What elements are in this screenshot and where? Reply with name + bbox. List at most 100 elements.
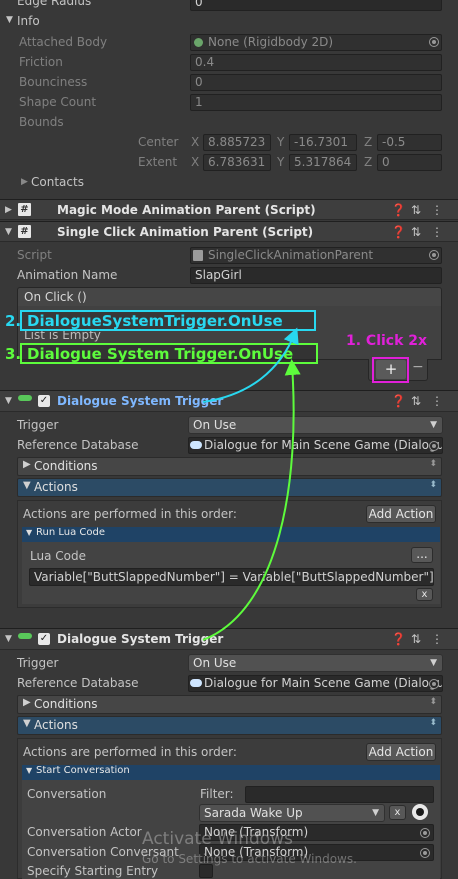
- conversation-label: Conversation: [27, 787, 107, 801]
- center-label: Center: [138, 135, 179, 149]
- animation-name-field[interactable]: SlapGirl: [190, 267, 442, 284]
- filter-label: Filter:: [200, 787, 234, 801]
- trigger-dropdown[interactable]: On Use ▼: [188, 416, 443, 434]
- actor-picker-icon[interactable]: [420, 828, 430, 838]
- trigger-component-icon: [18, 633, 32, 639]
- extent-label: Extent: [138, 155, 178, 169]
- conversation-dropdown[interactable]: Sarada Wake Up ▼: [199, 804, 385, 822]
- more-menu-icon[interactable]: ⋮: [431, 203, 443, 217]
- collapse-icon[interactable]: ▼: [5, 634, 12, 644]
- collapse-icon: ▼: [26, 766, 33, 775]
- filter-input[interactable]: [245, 786, 434, 803]
- cs-script-icon: [193, 250, 203, 261]
- friction-label: Friction: [19, 55, 63, 69]
- collapse-icon[interactable]: ▼: [5, 227, 12, 237]
- collapse-icon[interactable]: ▼: [5, 396, 12, 406]
- extent-y-field: 5.317864: [289, 154, 357, 171]
- database-picker-icon[interactable]: [429, 679, 439, 689]
- trigger-label: Trigger: [17, 418, 59, 432]
- database-picker-icon[interactable]: [429, 441, 439, 451]
- help-icon[interactable]: ❓: [391, 203, 406, 217]
- run-lua-label: Run Lua Code: [36, 527, 105, 538]
- trigger-dropdown[interactable]: On Use ▼: [188, 654, 443, 672]
- reference-database-field[interactable]: Dialogue for Main Scene Game (Dialogu: [188, 675, 443, 692]
- add-event-button[interactable]: +: [376, 360, 406, 379]
- run-lua-header[interactable]: ▼ Run Lua Code: [22, 527, 440, 542]
- attached-body-field: None (Rigidbody 2D): [190, 34, 442, 51]
- conditions-label: Conditions: [34, 697, 98, 711]
- chevron-down-icon: ▼: [430, 658, 437, 668]
- start-conversation-header[interactable]: ▼ Start Conversation: [22, 765, 440, 780]
- add-action-button[interactable]: Add Action: [366, 505, 436, 523]
- conversation-value: Sarada Wake Up: [204, 806, 303, 820]
- script-label: Script: [17, 248, 52, 262]
- center-x-axis: X: [191, 135, 200, 149]
- enabled-checkbox[interactable]: ✓: [38, 633, 50, 645]
- collapse-icon[interactable]: ▶: [5, 205, 12, 215]
- edge-radius-field[interactable]: 0: [190, 0, 442, 11]
- script-picker-icon[interactable]: [429, 250, 439, 260]
- add-action-button[interactable]: Add Action: [366, 743, 436, 761]
- script-icon: #: [18, 203, 31, 216]
- conditions-foldout[interactable]: ▶ Conditions ⬍: [17, 457, 442, 476]
- conversant-picker-icon[interactable]: [420, 848, 430, 858]
- conditions-label: Conditions: [34, 459, 98, 473]
- shape-count-field: 1: [190, 94, 442, 111]
- script-field: SingleClickAnimationParent: [190, 247, 442, 264]
- info-foldout-icon[interactable]: ▼: [6, 15, 13, 25]
- preset-icon[interactable]: ⇅: [411, 394, 421, 408]
- edge-radius-label: Edge Radius: [17, 0, 92, 8]
- center-x-field: 8.885723: [203, 134, 271, 151]
- contacts-foldout-icon[interactable]: ▶: [21, 177, 28, 187]
- reference-database-label: Reference Database: [17, 676, 139, 690]
- rigidbody-icon: [194, 38, 203, 47]
- reorder-icon: ⬍: [429, 480, 437, 490]
- annotation-step1: 1. Click 2x: [346, 333, 428, 349]
- remove-event-button[interactable]: −: [412, 359, 424, 375]
- more-menu-icon[interactable]: ⋮: [431, 225, 443, 239]
- help-icon[interactable]: ❓: [391, 394, 406, 408]
- dialogue-trigger-1-header[interactable]: ▼ ✓ Dialogue System Trigger ❓ ⇅ ⋮: [0, 390, 458, 412]
- more-menu-icon[interactable]: ⋮: [431, 394, 443, 408]
- enabled-checkbox[interactable]: ✓: [38, 395, 50, 407]
- single-click-component-header[interactable]: ▼ # Single Click Animation Parent (Scrip…: [0, 221, 458, 242]
- specify-starting-entry-checkbox[interactable]: [199, 864, 213, 878]
- info-label: Info: [17, 14, 40, 28]
- help-icon[interactable]: ❓: [391, 632, 406, 646]
- clear-conversation-button[interactable]: x: [389, 805, 406, 820]
- conversation-picker-button[interactable]: [412, 804, 428, 820]
- remove-action-button[interactable]: x: [416, 588, 433, 601]
- preset-icon[interactable]: ⇅: [411, 632, 421, 646]
- annotation-step2-number: 2.: [5, 312, 22, 330]
- bounciness-field: 0: [190, 74, 442, 91]
- script-value: SingleClickAnimationParent: [208, 248, 374, 262]
- more-menu-icon[interactable]: ⋮: [431, 632, 443, 646]
- annotation-step3-number: 3.: [5, 345, 22, 363]
- lua-code-field[interactable]: Variable["ButtSlappedNumber"] = Variable…: [29, 568, 434, 586]
- dialogue-trigger-2-header[interactable]: ▼ ✓ Dialogue System Trigger ❓ ⇅ ⋮: [0, 628, 458, 650]
- conditions-foldout[interactable]: ▶ Conditions ⬍: [17, 695, 442, 714]
- magic-mode-component-header[interactable]: ▶ # Magic Mode Animation Parent (Script)…: [0, 199, 458, 220]
- expand-icon: ▶: [23, 459, 31, 470]
- collapse-icon: ▼: [23, 480, 31, 491]
- watermark-line1: Activate Windows: [142, 829, 293, 849]
- reorder-icon: ⬍: [429, 697, 437, 707]
- annotation-step2-text: DialogueSystemTrigger.OnUse: [27, 312, 283, 330]
- component-title: Magic Mode Animation Parent (Script): [57, 203, 316, 217]
- actions-order-text: Actions are performed in this order:: [23, 507, 237, 521]
- actions-label: Actions: [34, 480, 78, 494]
- trigger-value: On Use: [193, 656, 237, 670]
- collapse-icon: ▼: [23, 718, 31, 729]
- onclick-label: On Click (): [24, 290, 87, 304]
- preset-icon[interactable]: ⇅: [411, 225, 421, 239]
- reference-database-field[interactable]: Dialogue for Main Scene Game (Dialogu: [188, 437, 443, 454]
- animation-name-label: Animation Name: [17, 268, 118, 282]
- lua-wizard-button[interactable]: ...: [411, 547, 433, 563]
- object-picker-icon[interactable]: [429, 37, 439, 47]
- component-title: Dialogue System Trigger: [57, 632, 224, 646]
- help-icon[interactable]: ❓: [391, 225, 406, 239]
- actions-foldout[interactable]: ▼ Actions ⬍: [17, 716, 442, 735]
- actions-foldout[interactable]: ▼ Actions ⬍: [17, 478, 442, 497]
- expand-icon: ▶: [23, 697, 31, 708]
- preset-icon[interactable]: ⇅: [411, 203, 421, 217]
